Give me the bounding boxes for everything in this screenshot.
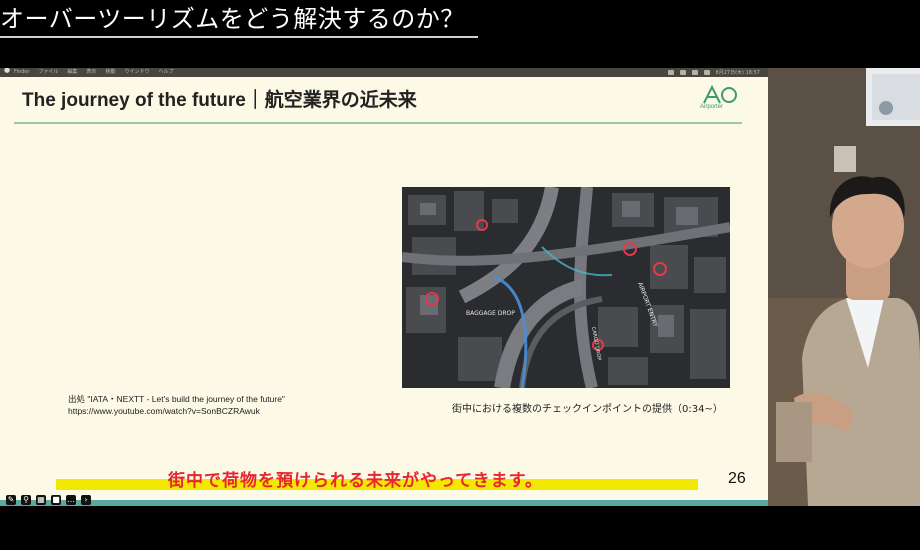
speaker-video	[768, 68, 920, 506]
battery-icon[interactable]	[703, 70, 710, 75]
aerial-city-image: AIRPORT ENTRY BAGGAGE DROP CARGO DROP	[402, 187, 730, 388]
video-title-bar: オーバーツーリズムをどう解決するのか？	[0, 0, 920, 68]
menu-item-view[interactable]: 表示	[86, 68, 96, 77]
source-citation: 出処 "IATA・NEXTT - Let's build the journey…	[68, 394, 285, 404]
wifi-icon[interactable]	[691, 70, 698, 75]
status-icon[interactable]	[679, 70, 686, 75]
video-subtitle: 街中で荷物を預けられる未来がやってきます。	[168, 471, 543, 491]
title-underline	[0, 36, 478, 38]
next-icon[interactable]: ›	[81, 495, 91, 505]
more-icon[interactable]: …	[66, 495, 76, 505]
menu-item-help[interactable]: ヘルプ	[158, 68, 173, 77]
image-caption: 街中における複数のチェックインポイントの提供（0:34~）	[452, 404, 723, 415]
menubar-status: 8月27日(木) 18:57	[667, 68, 760, 77]
menu-item-finder[interactable]: Finder	[14, 68, 29, 77]
slide-divider	[14, 122, 742, 124]
zoom-icon[interactable]: ⚲	[21, 495, 31, 505]
menubar-items: Finder ファイル 編集 表示 移動 ウインドウ ヘルプ	[14, 68, 173, 77]
source-url[interactable]: https://www.youtube.com/watch?v=SonBCZRA…	[68, 406, 260, 416]
menubar-clock[interactable]: 8月27日(木) 18:57	[716, 69, 760, 76]
logo-text: Airporter	[700, 104, 724, 110]
video-title: オーバーツーリズムをどう解決するのか？	[0, 5, 465, 33]
presentation-slide: The journey of the future｜航空業界の近未来 Airpo…	[0, 77, 768, 500]
menu-item-window[interactable]: ウインドウ	[124, 68, 149, 77]
status-icon[interactable]	[667, 70, 674, 75]
image-label-baggage-drop: BAGGAGE DROP	[466, 310, 515, 317]
slides-icon[interactable]: ▦	[36, 495, 46, 505]
slide-page-number: 26	[728, 470, 746, 487]
menu-item-file[interactable]: ファイル	[38, 68, 58, 77]
mac-menubar: ● Finder ファイル 編集 表示 移動 ウインドウ ヘルプ 8月27日(木…	[0, 68, 768, 77]
pen-icon[interactable]: ✎	[6, 495, 16, 505]
video-bottom-bar	[0, 506, 920, 550]
camera-icon[interactable]: ■	[51, 495, 61, 505]
airporter-logo-icon	[703, 84, 737, 104]
apple-icon[interactable]: ●	[4, 68, 10, 74]
slide-title: The journey of the future｜航空業界の近未来	[22, 90, 417, 111]
menu-item-edit[interactable]: 編集	[67, 68, 77, 77]
menu-item-go[interactable]: 移動	[105, 68, 115, 77]
